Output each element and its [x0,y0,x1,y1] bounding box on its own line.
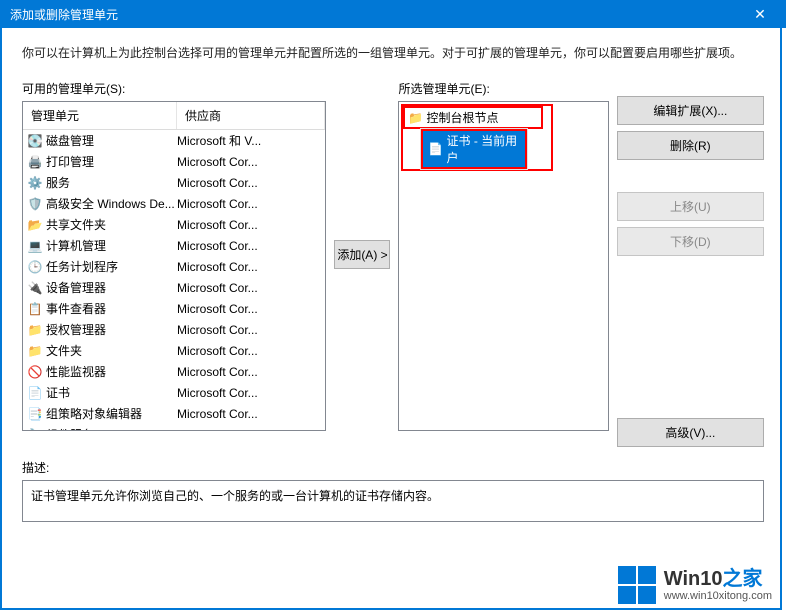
item-vendor: Microsoft Cor... [177,386,325,400]
remove-button[interactable]: 删除(R) [617,131,764,160]
list-item[interactable]: 📁文件夹 Microsoft Cor... [23,340,325,361]
tree-root[interactable]: 📁 控制台根节点 [403,106,543,129]
list-item[interactable]: 📄证书 Microsoft Cor... [23,382,325,403]
item-vendor: Microsoft Cor... [177,197,325,211]
list-item[interactable]: 📋事件查看器 Microsoft Cor... [23,298,325,319]
available-snapins-list[interactable]: 管理单元 供应商 💽磁盘管理 Microsoft 和 V... 🖨️打印管理 Micr… [22,101,326,431]
folder-icon: 📁 [27,343,43,359]
gears-icon: ⚙️ [27,175,43,191]
item-vendor: Microsoft Cor... [177,323,325,337]
device-icon: 🔌 [27,280,43,296]
close-icon[interactable]: ✕ [740,0,780,28]
description-box: 证书管理单元允许你浏览自己的、一个服务的或一台计算机的证书存储内容。 [22,480,764,522]
item-vendor: Microsoft Cor... [177,260,325,274]
item-vendor: Microsoft Cor... [177,302,325,316]
selected-snapins-tree[interactable]: 📁 控制台根节点 📄 证书 - 当前用户 [398,101,608,431]
item-name: 组件服务 [46,426,94,431]
item-vendor: Microsoft Cor... [177,365,325,379]
disk-icon: 💽 [27,133,43,149]
cert-icon: 📄 [27,385,43,401]
list-header: 管理单元 供应商 [23,102,325,130]
item-vendor: Microsoft Cor... [177,155,325,169]
list-item[interactable]: 🕒任务计划程序 Microsoft Cor... [23,256,325,277]
item-name: 性能监视器 [46,363,106,380]
windows-logo-icon [618,566,656,604]
folder-icon: 📁 [27,322,43,338]
available-label: 可用的管理单元(S): [22,80,326,97]
item-name: 证书 [46,384,70,401]
item-vendor: Microsoft Cor... [177,218,325,232]
shield-icon: 🛡️ [27,196,43,212]
clock-icon: 🕒 [27,259,43,275]
item-vendor: Microsoft Cor... [177,428,325,432]
edit-extensions-button[interactable]: 编辑扩展(X)... [617,96,764,125]
add-button[interactable]: 添加(A) > [334,240,390,269]
item-name: 授权管理器 [46,321,106,338]
cert-icon: 📄 [427,141,443,157]
item-vendor: Microsoft Cor... [177,176,325,190]
computer-icon: 💻 [27,238,43,254]
item-vendor: Microsoft Cor... [177,407,325,421]
tree-root-label: 控制台根节点 [426,109,498,126]
list-item[interactable]: 📁授权管理器 Microsoft Cor... [23,319,325,340]
advanced-button[interactable]: 高级(V)... [617,418,764,447]
tree-item-cert[interactable]: 📄 证书 - 当前用户 [421,129,527,169]
list-item[interactable]: 🖨️打印管理 Microsoft Cor... [23,151,325,172]
list-item[interactable]: 🛡️高级安全 Windows De...Microsoft Cor... [23,193,325,214]
description-label: 描述: [22,459,764,476]
item-vendor: Microsoft Cor... [177,344,325,358]
list-item[interactable]: 📑组策略对象编辑器 Microsoft Cor... [23,403,325,424]
item-name: 组策略对象编辑器 [46,405,142,422]
col-vendor[interactable]: 供应商 [177,102,325,129]
list-item[interactable]: 🔧组件服务 Microsoft Cor... [23,424,325,431]
folders-icon: 📂 [27,217,43,233]
list-item[interactable]: 📂共享文件夹 Microsoft Cor... [23,214,325,235]
list-item[interactable]: ⚙️服务 Microsoft Cor... [23,172,325,193]
policy-icon: 📑 [27,406,43,422]
titlebar: 添加或删除管理单元 ✕ [0,0,786,28]
list-item[interactable]: 💽磁盘管理 Microsoft 和 V... [23,130,325,151]
watermark-brand: Win10之家 [664,568,772,590]
col-name[interactable]: 管理单元 [23,102,177,129]
perf-icon: 🚫 [27,364,43,380]
window-title: 添加或删除管理单元 [10,6,740,23]
component-icon: 🔧 [27,427,43,432]
item-vendor: Microsoft 和 V... [177,132,325,149]
selected-label: 所选管理单元(E): [398,80,608,97]
item-name: 打印管理 [46,153,94,170]
item-name: 设备管理器 [46,279,106,296]
item-name: 任务计划程序 [46,258,118,275]
watermark-url: www.win10xitong.com [664,590,772,602]
tree-item-label: 证书 - 当前用户 [446,132,521,166]
item-name: 计算机管理 [46,237,106,254]
item-name: 高级安全 Windows De... [46,195,175,212]
item-name: 文件夹 [46,342,82,359]
item-vendor: Microsoft Cor... [177,281,325,295]
list-item[interactable]: 🔌设备管理器 Microsoft Cor... [23,277,325,298]
item-vendor: Microsoft Cor... [177,239,325,253]
intro-text: 你可以在计算机上为此控制台选择可用的管理单元并配置所选的一组管理单元。对于可扩展… [22,44,764,62]
move-up-button[interactable]: 上移(U) [617,192,764,221]
list-item[interactable]: 💻计算机管理 Microsoft Cor... [23,235,325,256]
item-name: 磁盘管理 [46,132,94,149]
printer-icon: 🖨️ [27,154,43,170]
item-name: 事件查看器 [46,300,106,317]
item-name: 服务 [46,174,70,191]
item-name: 共享文件夹 [46,216,106,233]
event-icon: 📋 [27,301,43,317]
move-down-button[interactable]: 下移(D) [617,227,764,256]
folder-icon: 📁 [407,110,423,126]
list-item[interactable]: 🚫性能监视器 Microsoft Cor... [23,361,325,382]
watermark: Win10之家 www.win10xitong.com [618,566,772,604]
